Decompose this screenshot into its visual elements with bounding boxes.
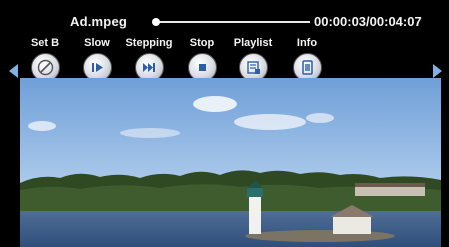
file-name: Ad.mpeg	[70, 14, 128, 29]
progress-knob[interactable]	[151, 18, 160, 26]
scroll-right-icon[interactable]	[433, 64, 442, 78]
slow-play-icon	[91, 63, 103, 72]
slow-label: Slow	[84, 37, 110, 49]
info-control[interactable]: Info	[277, 37, 337, 82]
playlist-control[interactable]: Playlist	[223, 37, 283, 82]
playlist-label: Playlist	[233, 37, 273, 49]
stop-icon	[198, 64, 206, 71]
set-b-control[interactable]: Set B	[15, 37, 75, 82]
step-forward-icon	[142, 63, 155, 72]
control-bar: Ad.mpeg 00:00:03/00:04:07 Set B Slow Ste…	[0, 0, 449, 82]
video-frame	[20, 78, 441, 247]
stepping-label: Stepping	[125, 37, 173, 49]
set-b-icon	[37, 59, 53, 76]
video-player-screen: Ad.mpeg 00:00:03/00:04:07 Set B Slow Ste…	[0, 0, 449, 247]
set-b-label: Set B	[30, 37, 60, 49]
progress-track[interactable]	[151, 18, 310, 26]
info-label: Info	[296, 37, 318, 49]
video-frame-image	[20, 78, 441, 247]
timecode: 00:00:03/00:04:07	[314, 14, 422, 29]
playlist-icon	[246, 61, 260, 74]
stepping-control[interactable]: Stepping	[119, 37, 179, 82]
slow-control[interactable]: Slow	[67, 37, 127, 82]
scroll-left-icon[interactable]	[9, 64, 18, 78]
info-icon	[301, 60, 313, 75]
